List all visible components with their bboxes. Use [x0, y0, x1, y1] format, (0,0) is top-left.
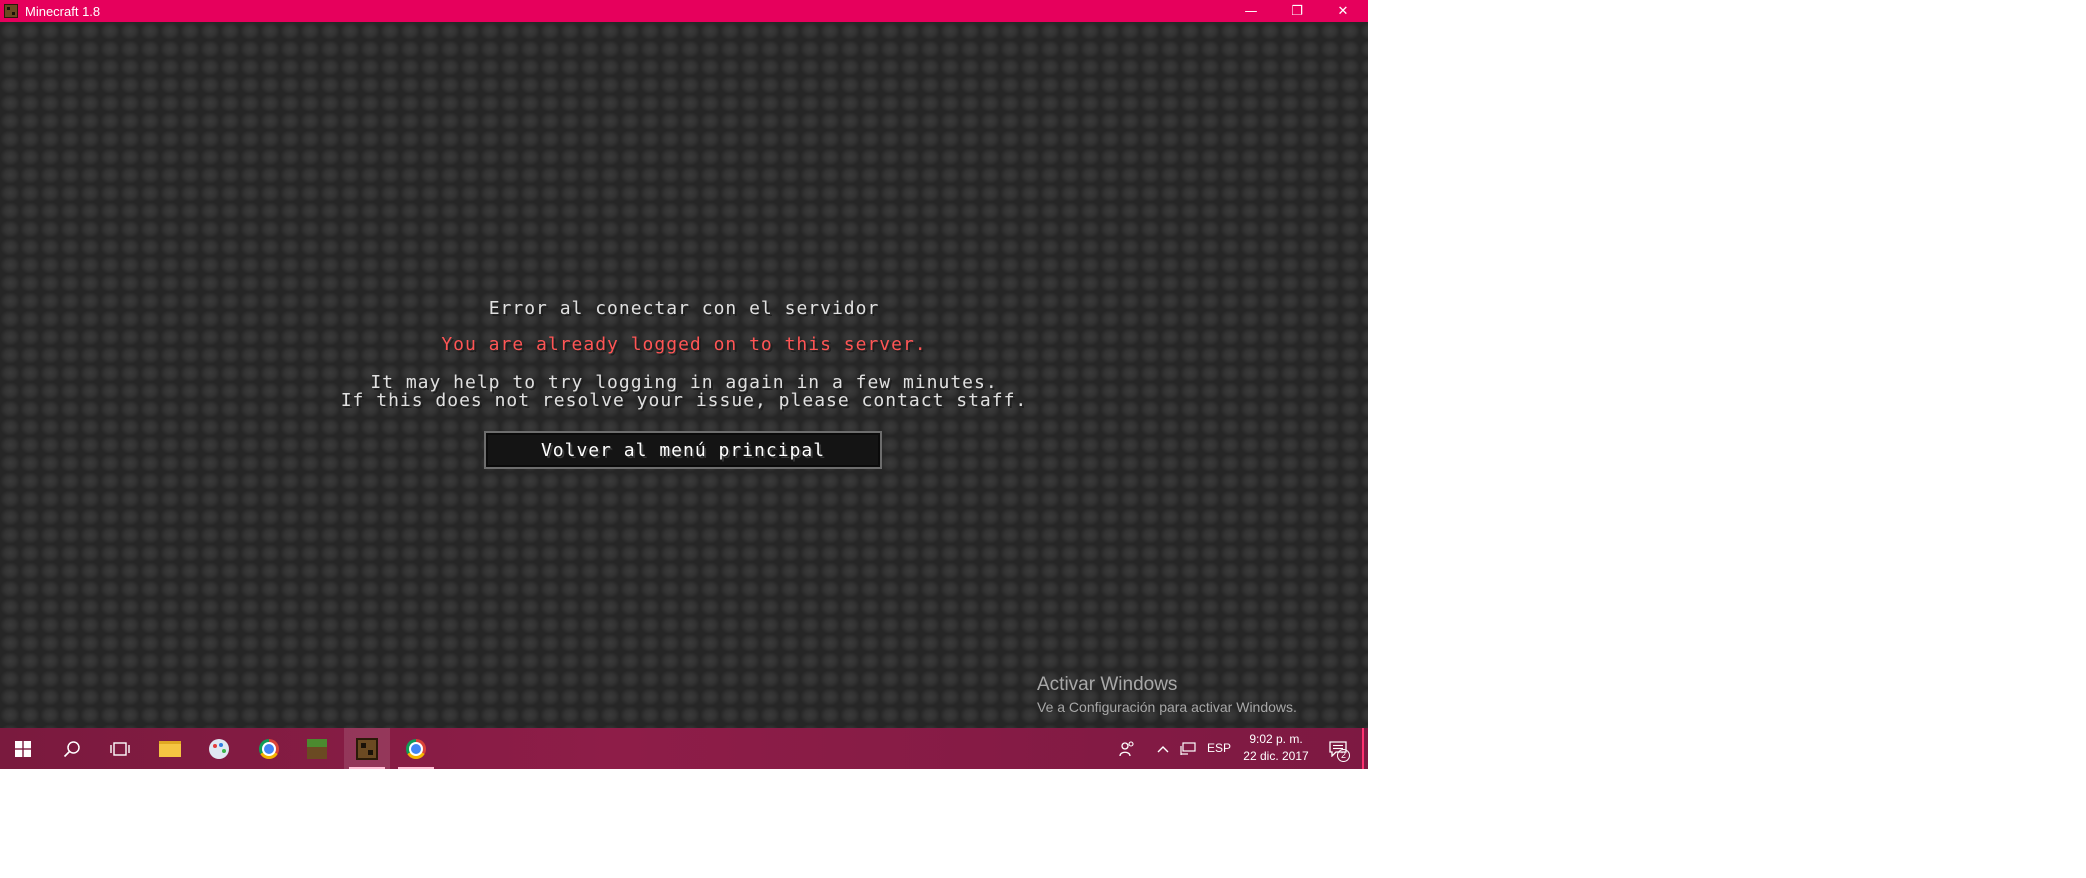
show-hidden-icons-button[interactable] — [1152, 728, 1174, 769]
action-center-button[interactable] — [1318, 728, 1358, 769]
minimize-button[interactable]: — — [1228, 0, 1274, 22]
active-indicator — [349, 767, 385, 769]
chrome-icon — [406, 738, 426, 759]
clock-time[interactable]: 9:02 p. m. — [1232, 732, 1320, 746]
restore-button[interactable]: ❐ — [1274, 0, 1320, 22]
taskbar: ESP 9:02 p. m. 22 dic. 2017 2 — [0, 728, 1368, 769]
minecraft-app-icon — [4, 4, 18, 18]
start-button[interactable] — [0, 728, 46, 769]
error-message: You are already logged on to this server… — [441, 334, 927, 355]
search-button[interactable] — [49, 728, 95, 769]
show-desktop-edge[interactable] — [1362, 728, 1364, 769]
window-title-bar[interactable]: Minecraft 1.8 — ❐ ✕ — [0, 0, 1368, 22]
windows-logo-icon — [15, 740, 31, 757]
desktop-screen: Minecraft 1.8 — ❐ ✕ Error al conectar co… — [0, 0, 1368, 769]
taskbar-file-explorer[interactable] — [147, 728, 193, 769]
taskbar-minecraft[interactable] — [344, 728, 390, 769]
activate-windows-watermark: Activar Windows Ve a Configuración para … — [1037, 674, 1297, 718]
activate-windows-subtitle: Ve a Configuración para activar Windows. — [1037, 699, 1297, 715]
taskbar-chrome-2[interactable] — [393, 728, 439, 769]
minecraft-icon — [356, 737, 378, 760]
task-view-icon — [110, 741, 130, 756]
notification-count-badge: 2 — [1337, 749, 1350, 762]
taskbar-paint[interactable] — [196, 728, 242, 769]
chrome-icon — [259, 738, 279, 759]
task-view-button[interactable] — [97, 728, 143, 769]
network-icon — [1180, 741, 1196, 755]
people-button[interactable] — [1104, 728, 1150, 769]
activate-windows-title: Activar Windows — [1037, 674, 1178, 695]
language-indicator[interactable]: ESP — [1207, 741, 1231, 755]
file-explorer-icon — [159, 740, 181, 757]
open-indicator — [398, 767, 434, 769]
taskbar-chrome[interactable] — [246, 728, 292, 769]
error-title: Error al conectar con el servidor — [488, 298, 880, 319]
people-icon — [1119, 740, 1134, 756]
chevron-up-icon — [1157, 745, 1169, 752]
taskbar-minecraft-launcher[interactable] — [294, 728, 340, 769]
back-to-main-menu-button[interactable]: Volver al menú principal — [484, 431, 882, 469]
clock-date[interactable]: 22 dic. 2017 — [1232, 749, 1320, 763]
paint-icon — [209, 738, 229, 759]
minecraft-grass-icon — [307, 738, 327, 759]
game-area: Error al conectar con el servidor You ar… — [0, 22, 1368, 728]
window-title: Minecraft 1.8 — [25, 3, 101, 19]
network-button[interactable] — [1176, 728, 1200, 769]
help-text-line-2: If this does not resolve your issue, ple… — [340, 390, 1028, 411]
close-button[interactable]: ✕ — [1320, 0, 1366, 22]
search-icon — [63, 740, 80, 757]
